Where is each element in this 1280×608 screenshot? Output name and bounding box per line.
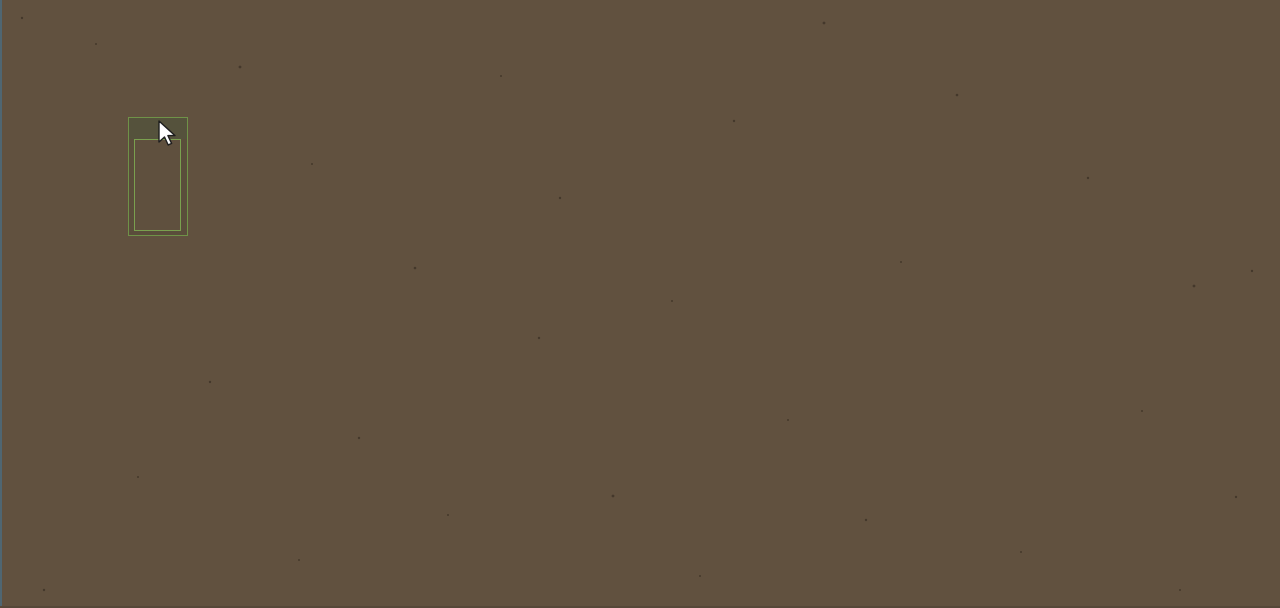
speck xyxy=(447,514,449,516)
speck xyxy=(787,419,789,421)
speck xyxy=(822,21,826,25)
speck xyxy=(1234,495,1238,499)
speck xyxy=(1020,551,1022,553)
game-canvas[interactable] xyxy=(0,0,1280,608)
speck xyxy=(1141,410,1143,412)
speck xyxy=(1192,284,1196,288)
speck xyxy=(137,476,139,478)
speck xyxy=(311,163,313,165)
speck xyxy=(208,380,212,384)
speck xyxy=(864,518,868,522)
speck xyxy=(238,65,242,69)
left-window-edge xyxy=(0,0,2,608)
speck xyxy=(955,93,959,97)
speck xyxy=(20,16,24,20)
speck xyxy=(611,494,615,498)
speck xyxy=(95,43,97,45)
pointer-arrow-icon xyxy=(158,120,176,146)
speck xyxy=(298,559,300,561)
speck xyxy=(558,196,562,200)
speck xyxy=(357,436,361,440)
speck xyxy=(42,588,46,592)
speck xyxy=(413,266,417,270)
speck xyxy=(699,575,701,577)
speck xyxy=(1250,269,1254,273)
speck xyxy=(1086,176,1090,180)
speck xyxy=(1179,589,1181,591)
selection-frame-body[interactable] xyxy=(134,139,181,231)
speck xyxy=(900,261,902,263)
speck xyxy=(500,75,502,77)
speck xyxy=(671,300,673,302)
speck xyxy=(732,119,736,123)
ground-texture xyxy=(20,16,1254,592)
speck xyxy=(537,336,541,340)
